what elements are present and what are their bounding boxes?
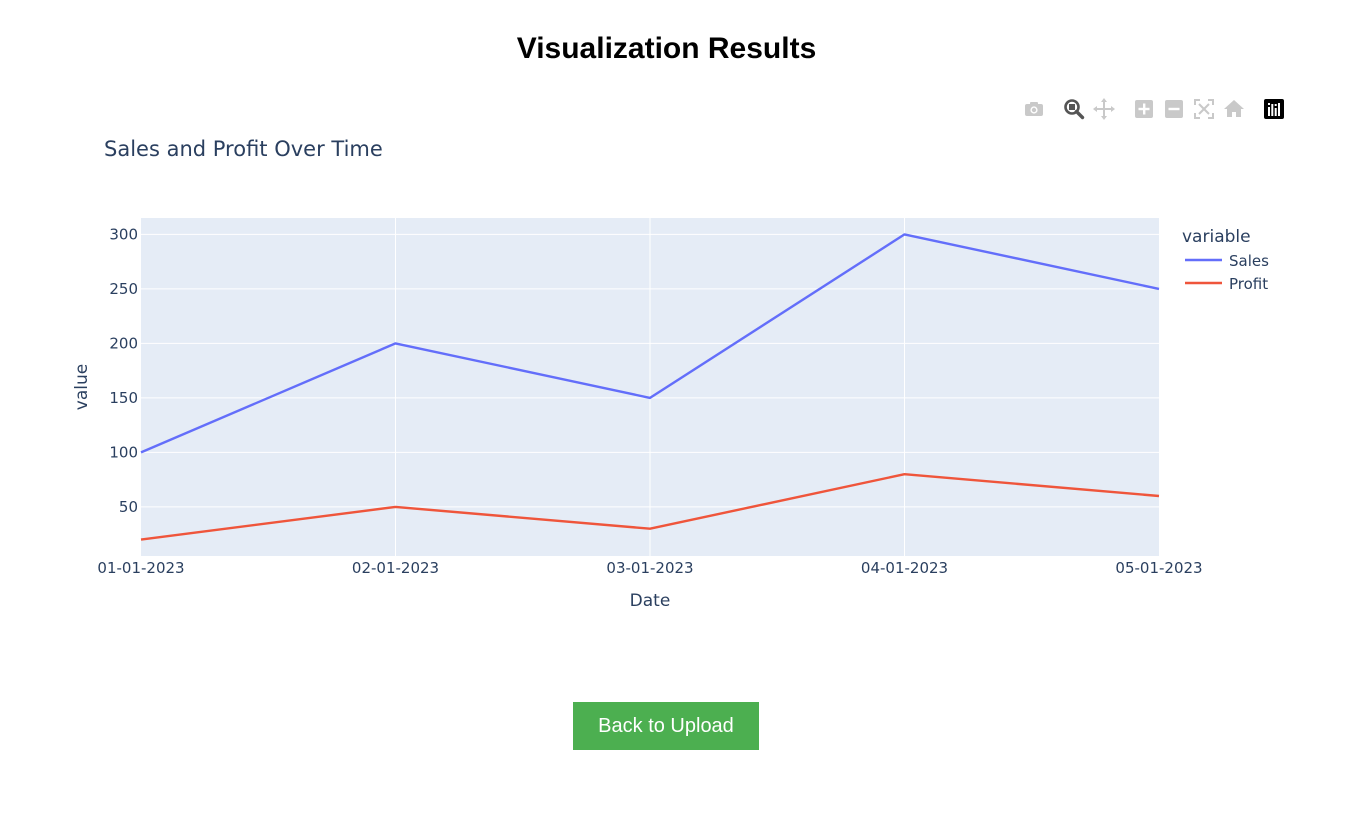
x-axis-ticks: 01-01-2023 02-01-2023 03-01-2023 04-01-2023…: [97, 559, 1202, 577]
y-tick-label: 200: [109, 334, 138, 352]
x-axis-title: Date: [630, 591, 671, 611]
y-tick-label: 100: [109, 443, 138, 461]
x-tick-label: 05-01-2023: [1115, 559, 1202, 577]
y-axis-ticks: 50 100 150 200 250 300: [109, 225, 138, 516]
chart-title: Sales and Profit Over Time: [104, 137, 383, 161]
y-tick-label: 150: [109, 389, 138, 407]
line-chart: Sales and Profit Over Time 50 100 150 200 25…: [72, 137, 1269, 611]
legend-label: Profit: [1229, 275, 1268, 293]
legend-title: variable: [1182, 227, 1251, 247]
x-tick-label: 01-01-2023: [97, 559, 184, 577]
y-tick-label: 250: [109, 280, 138, 298]
x-tick-label: 02-01-2023: [352, 559, 439, 577]
legend: variable Sales Profit: [1182, 227, 1269, 293]
legend-item-profit[interactable]: Profit: [1185, 275, 1268, 293]
back-to-upload-button[interactable]: Back to Upload: [573, 702, 759, 750]
x-tick-label: 04-01-2023: [861, 559, 948, 577]
y-tick-label: 300: [109, 225, 138, 243]
x-tick-label: 03-01-2023: [606, 559, 693, 577]
y-tick-label: 50: [119, 498, 138, 516]
legend-label: Sales: [1229, 252, 1269, 270]
legend-item-sales[interactable]: Sales: [1185, 252, 1269, 270]
y-axis-title: value: [72, 364, 92, 410]
